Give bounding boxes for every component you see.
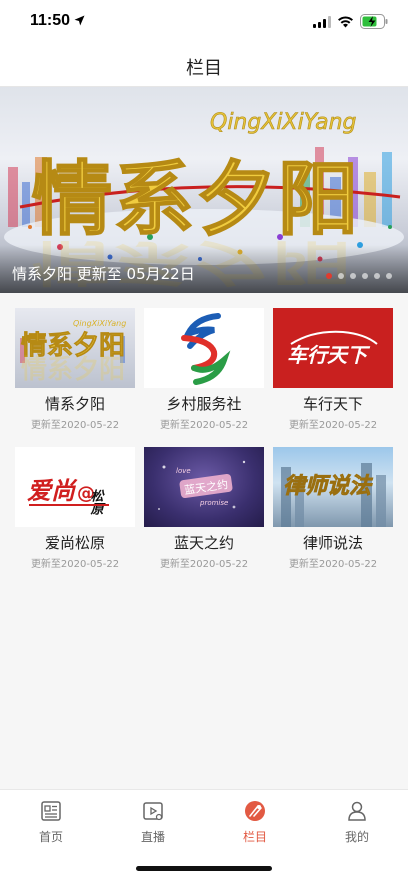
program-title: 律师说法 — [302, 534, 363, 552]
tab-label: 栏目 — [242, 830, 267, 844]
program-update-date: 更新至2020-05-22 — [288, 420, 378, 431]
program-thumbnail: 车行天下 — [273, 308, 393, 388]
pagination-dot[interactable] — [362, 273, 368, 279]
svg-text:QingXiXiYang: QingXiXiYang — [73, 319, 126, 328]
program-thumbnail — [144, 308, 264, 388]
program-card-xiangcun[interactable]: 乡村服务社 更新至2020-05-22 — [139, 293, 269, 433]
tab-mine[interactable]: 我的 — [306, 790, 408, 850]
video-icon — [143, 802, 163, 821]
tab-label: 首页 — [38, 830, 63, 844]
tab-columns[interactable]: 栏目 — [204, 790, 306, 850]
location-arrow-icon — [74, 15, 85, 26]
program-update-date: 更新至2020-05-22 — [30, 420, 120, 431]
status-bar: 11:50 — [0, 0, 408, 44]
signal-icon — [313, 16, 331, 28]
program-update-date: 更新至2020-05-22 — [159, 420, 249, 431]
pagination-dot[interactable] — [338, 273, 344, 279]
svg-text:promise: promise — [199, 499, 228, 507]
banner-caption: 情系夕阳 更新至 05月22日 — [12, 265, 195, 283]
nav-bar: 栏目 — [0, 44, 408, 87]
program-thumbnail: 爱尚 @ 松原 — [15, 447, 135, 527]
svg-text:情系夕阳: 情系夕阳 — [21, 355, 125, 385]
battery-charging-icon — [360, 14, 388, 29]
pagination-dot[interactable] — [374, 273, 380, 279]
tab-label: 我的 — [344, 830, 369, 844]
svg-text:love: love — [176, 467, 191, 475]
program-thumbnail: love 蓝天之约 promise — [144, 447, 264, 527]
program-grid: QingXiXiYang 情系夕阳 情系夕阳 情系夕阳 更新至2020-05-2… — [0, 293, 408, 583]
svg-text:松原: 松原 — [87, 488, 104, 515]
program-title: 爱尚松原 — [44, 534, 105, 552]
tab-label: 直播 — [140, 830, 165, 844]
hero-banner[interactable]: QingXiXiYang 情系夕阳 情系夕阳 情系夕阳 更新至 05月22日 — [0, 87, 408, 293]
program-card-lantianzhiyue[interactable]: love 蓝天之约 promise 蓝天之约 更新至2020-05-22 — [139, 432, 269, 572]
svg-text:情系夕阳: 情系夕阳 — [32, 153, 360, 246]
program-card-qingxixiyang[interactable]: QingXiXiYang 情系夕阳 情系夕阳 情系夕阳 更新至2020-05-2… — [10, 293, 140, 433]
banner-pagination[interactable] — [326, 273, 392, 279]
program-title: 车行天下 — [302, 395, 363, 413]
status-time: 11:50 — [30, 12, 71, 29]
program-card-lvshishuofa[interactable]: 律师说法 律师说法 更新至2020-05-22 — [268, 432, 398, 572]
wifi-icon — [338, 16, 353, 28]
xiangcun-logo-icon — [181, 313, 231, 385]
svg-text:车行天下: 车行天下 — [287, 343, 371, 367]
pagination-dot[interactable] — [386, 273, 392, 279]
pagination-dot[interactable] — [326, 273, 332, 279]
svg-text:QingXiXiYang: QingXiXiYang — [210, 110, 357, 135]
user-icon — [348, 801, 366, 821]
tab-live[interactable]: 直播 — [102, 790, 204, 850]
program-update-date: 更新至2020-05-22 — [30, 559, 120, 570]
home-indicator — [136, 866, 272, 871]
svg-text:爱尚: 爱尚 — [27, 477, 78, 505]
program-title: 蓝天之约 — [173, 534, 234, 552]
page-title: 栏目 — [186, 58, 222, 79]
column-icon — [245, 801, 265, 821]
program-card-aishangsongyuan[interactable]: 爱尚 @ 松原 爱尚松原 更新至2020-05-22 — [10, 432, 140, 572]
program-title: 乡村服务社 — [166, 395, 242, 413]
program-thumbnail: 律师说法 — [273, 447, 393, 527]
program-title: 情系夕阳 — [44, 395, 105, 413]
news-icon — [41, 801, 61, 821]
program-card-chexingtianxia[interactable]: 车行天下 车行天下 更新至2020-05-22 — [268, 293, 398, 433]
tab-home[interactable]: 首页 — [0, 790, 102, 850]
pagination-dot[interactable] — [350, 273, 356, 279]
program-update-date: 更新至2020-05-22 — [159, 559, 249, 570]
svg-text:律师说法: 律师说法 — [283, 474, 373, 499]
program-update-date: 更新至2020-05-22 — [288, 559, 378, 570]
program-thumbnail: QingXiXiYang 情系夕阳 情系夕阳 — [15, 308, 135, 388]
